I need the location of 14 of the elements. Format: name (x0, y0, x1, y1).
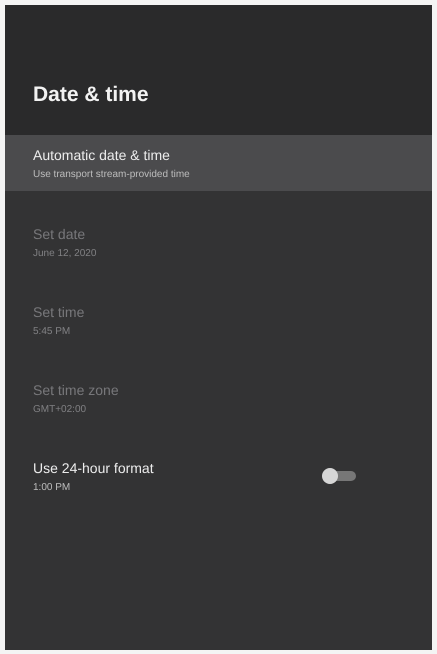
settings-item[interactable]: Automatic date & time Use transport stream-provided time (5, 135, 432, 191)
settings-item[interactable]: Use 24-hour format 1:00 PM (5, 437, 432, 515)
item-label: Use 24-hour format (33, 460, 154, 476)
item-value: 1:00 PM (33, 482, 72, 492)
item-value: GMT+02:00 (33, 404, 88, 414)
item-value: Use transport stream-provided time (33, 168, 190, 180)
item-label: Set time zone (33, 382, 119, 398)
toggle-switch[interactable] (322, 468, 356, 484)
item-value: June 12, 2020 (33, 248, 96, 258)
item-label: Automatic date & time (33, 146, 171, 162)
item-value: 5:45 PM (33, 326, 72, 336)
page-title: Date & time (33, 83, 149, 107)
item-label: Set date (33, 226, 86, 242)
item-label: Set time (33, 304, 84, 320)
